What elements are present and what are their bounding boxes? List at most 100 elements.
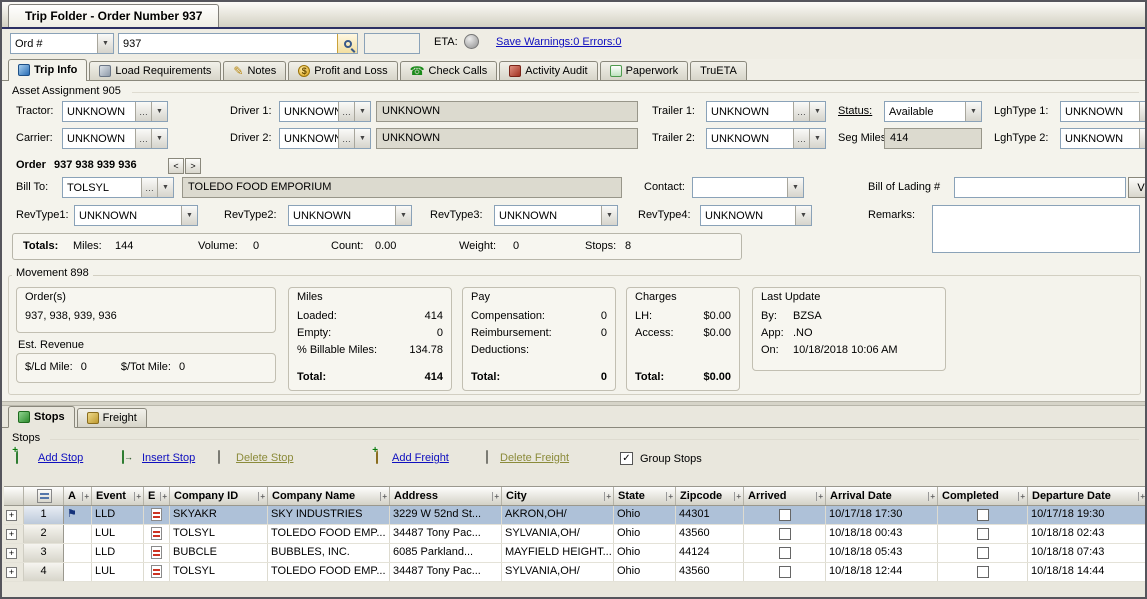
tab-notes[interactable]: ✎ Notes bbox=[223, 61, 286, 80]
expand-row-icon[interactable]: + bbox=[6, 567, 17, 578]
order-next-button[interactable]: > bbox=[185, 158, 201, 174]
chevron-down-icon[interactable]: ▼ bbox=[354, 102, 370, 121]
column-resize-icon[interactable]: + bbox=[160, 492, 167, 501]
tractor-select[interactable]: UNKNOWN … ▼ bbox=[62, 101, 168, 122]
order-type-select[interactable]: Ord # ▼ bbox=[10, 33, 114, 54]
completed-checkbox[interactable] bbox=[977, 509, 989, 521]
chevron-down-icon[interactable]: ▼ bbox=[601, 206, 617, 225]
stop-note-icon[interactable] bbox=[151, 508, 162, 521]
remarks-textarea[interactable] bbox=[932, 205, 1140, 253]
revtype1-select[interactable]: UNKNOWN ▼ bbox=[74, 205, 198, 226]
header-arrival-date[interactable]: Arrival Date+ bbox=[826, 487, 938, 505]
lghtype1-select[interactable]: UNKNOWN ▼ bbox=[1060, 101, 1145, 122]
tab-check-calls[interactable]: ☎ Check Calls bbox=[400, 61, 498, 80]
insert-stop-link[interactable]: Insert Stop bbox=[142, 452, 195, 464]
arrived-checkbox[interactable] bbox=[779, 509, 791, 521]
column-resize-icon[interactable]: + bbox=[258, 492, 265, 501]
status-label[interactable]: Status: bbox=[838, 105, 872, 117]
column-resize-icon[interactable]: + bbox=[816, 492, 823, 501]
header-city[interactable]: City+ bbox=[502, 487, 614, 505]
status-select[interactable]: Available ▼ bbox=[884, 101, 982, 122]
lookup-icon[interactable]: … bbox=[141, 178, 157, 197]
stop-row[interactable]: + 4 LUL TOLSYL TOLEDO FOOD EMP... 34487 … bbox=[4, 563, 1145, 582]
tab-trueta[interactable]: TruETA bbox=[690, 61, 747, 80]
stop-note-icon[interactable] bbox=[151, 527, 162, 540]
tab-activity-audit[interactable]: Activity Audit bbox=[499, 61, 597, 80]
carrier-select[interactable]: UNKNOWN … ▼ bbox=[62, 128, 168, 149]
chevron-down-icon[interactable]: ▼ bbox=[395, 206, 411, 225]
header-state[interactable]: State+ bbox=[614, 487, 676, 505]
arrived-checkbox[interactable] bbox=[779, 528, 791, 540]
column-resize-icon[interactable]: + bbox=[380, 492, 387, 501]
column-resize-icon[interactable]: + bbox=[1138, 492, 1145, 501]
header-arrived[interactable]: Arrived+ bbox=[744, 487, 826, 505]
header-departure-date[interactable]: Departure Date+ bbox=[1028, 487, 1145, 505]
header-e[interactable]: E+ bbox=[144, 487, 170, 505]
delete-stop-link[interactable]: Delete Stop bbox=[236, 452, 293, 464]
add-stop-link[interactable]: Add Stop bbox=[38, 452, 83, 464]
header-company-id[interactable]: Company ID+ bbox=[170, 487, 268, 505]
chevron-down-icon[interactable]: ▼ bbox=[151, 129, 167, 148]
chevron-down-icon[interactable]: ▼ bbox=[151, 102, 167, 121]
chevron-down-icon[interactable]: ▼ bbox=[97, 34, 113, 53]
bill-to-select[interactable]: TOLSYL … ▼ bbox=[62, 177, 174, 198]
order-prev-button[interactable]: < bbox=[168, 158, 184, 174]
lookup-icon[interactable]: … bbox=[135, 129, 151, 148]
lookup-icon[interactable]: … bbox=[338, 129, 354, 148]
stop-row[interactable]: + 2 LUL TOLSYL TOLEDO FOOD EMP... 34487 … bbox=[4, 525, 1145, 544]
column-resize-icon[interactable]: + bbox=[492, 492, 499, 501]
chevron-down-icon[interactable]: ▼ bbox=[787, 178, 803, 197]
chevron-down-icon[interactable]: ▼ bbox=[157, 178, 173, 197]
trailer2-select[interactable]: UNKNOWN … ▼ bbox=[706, 128, 826, 149]
expand-row-icon[interactable]: + bbox=[6, 510, 17, 521]
column-resize-icon[interactable]: + bbox=[666, 492, 673, 501]
row-number[interactable]: 4 bbox=[24, 563, 64, 581]
chevron-down-icon[interactable]: ▼ bbox=[181, 206, 197, 225]
arrived-checkbox[interactable] bbox=[779, 547, 791, 559]
driver2-select[interactable]: UNKNOWN … ▼ bbox=[279, 128, 371, 149]
header-zipcode[interactable]: Zipcode+ bbox=[676, 487, 744, 505]
aux-field[interactable] bbox=[364, 33, 420, 54]
column-resize-icon[interactable]: + bbox=[134, 492, 141, 501]
tab-trip-info[interactable]: Trip Info bbox=[8, 59, 87, 81]
stop-note-icon[interactable] bbox=[151, 565, 162, 578]
contact-select[interactable]: ▼ bbox=[692, 177, 804, 198]
chevron-down-icon[interactable]: ▼ bbox=[354, 129, 370, 148]
row-number[interactable]: 1 bbox=[24, 506, 64, 524]
trailer1-select[interactable]: UNKNOWN … ▼ bbox=[706, 101, 826, 122]
completed-checkbox[interactable] bbox=[977, 528, 989, 540]
save-warnings-link[interactable]: Save Warnings:0 Errors:0 bbox=[496, 36, 622, 48]
tab-stops[interactable]: Stops bbox=[8, 406, 75, 428]
header-event[interactable]: Event+ bbox=[92, 487, 144, 505]
expand-row-icon[interactable]: + bbox=[6, 548, 17, 559]
add-freight-link[interactable]: Add Freight bbox=[392, 452, 449, 464]
row-number[interactable]: 2 bbox=[24, 525, 64, 543]
row-number[interactable]: 3 bbox=[24, 544, 64, 562]
bill-of-lading-view-button[interactable]: V bbox=[1128, 177, 1145, 198]
lookup-icon[interactable]: … bbox=[793, 129, 809, 148]
header-company-name[interactable]: Company Name+ bbox=[268, 487, 390, 505]
delete-freight-link[interactable]: Delete Freight bbox=[500, 452, 569, 464]
bill-of-lading-input[interactable] bbox=[954, 177, 1126, 198]
tab-load-requirements[interactable]: Load Requirements bbox=[89, 61, 221, 80]
column-resize-icon[interactable]: + bbox=[928, 492, 935, 501]
order-numbers[interactable]: 937 938 939 936 bbox=[54, 159, 137, 171]
header-a[interactable]: A+ bbox=[64, 487, 92, 505]
chevron-down-icon[interactable]: ▼ bbox=[809, 129, 825, 148]
chevron-down-icon[interactable]: ▼ bbox=[1139, 129, 1145, 148]
completed-checkbox[interactable] bbox=[977, 547, 989, 559]
column-resize-icon[interactable]: + bbox=[1018, 492, 1025, 501]
tab-profit-and-loss[interactable]: $ Profit and Loss bbox=[288, 61, 397, 80]
header-address[interactable]: Address+ bbox=[390, 487, 502, 505]
completed-checkbox[interactable] bbox=[977, 566, 989, 578]
revtype3-select[interactable]: UNKNOWN ▼ bbox=[494, 205, 618, 226]
column-resize-icon[interactable]: + bbox=[734, 492, 741, 501]
search-button[interactable] bbox=[337, 34, 357, 53]
chevron-down-icon[interactable]: ▼ bbox=[1139, 102, 1145, 121]
stop-note-icon[interactable] bbox=[151, 546, 162, 559]
driver1-select[interactable]: UNKNOWN … ▼ bbox=[279, 101, 371, 122]
lookup-icon[interactable]: … bbox=[135, 102, 151, 121]
window-tab[interactable]: Trip Folder - Order Number 937 bbox=[8, 4, 219, 27]
tab-freight[interactable]: Freight bbox=[77, 408, 147, 427]
column-chooser-icon[interactable] bbox=[37, 489, 52, 503]
